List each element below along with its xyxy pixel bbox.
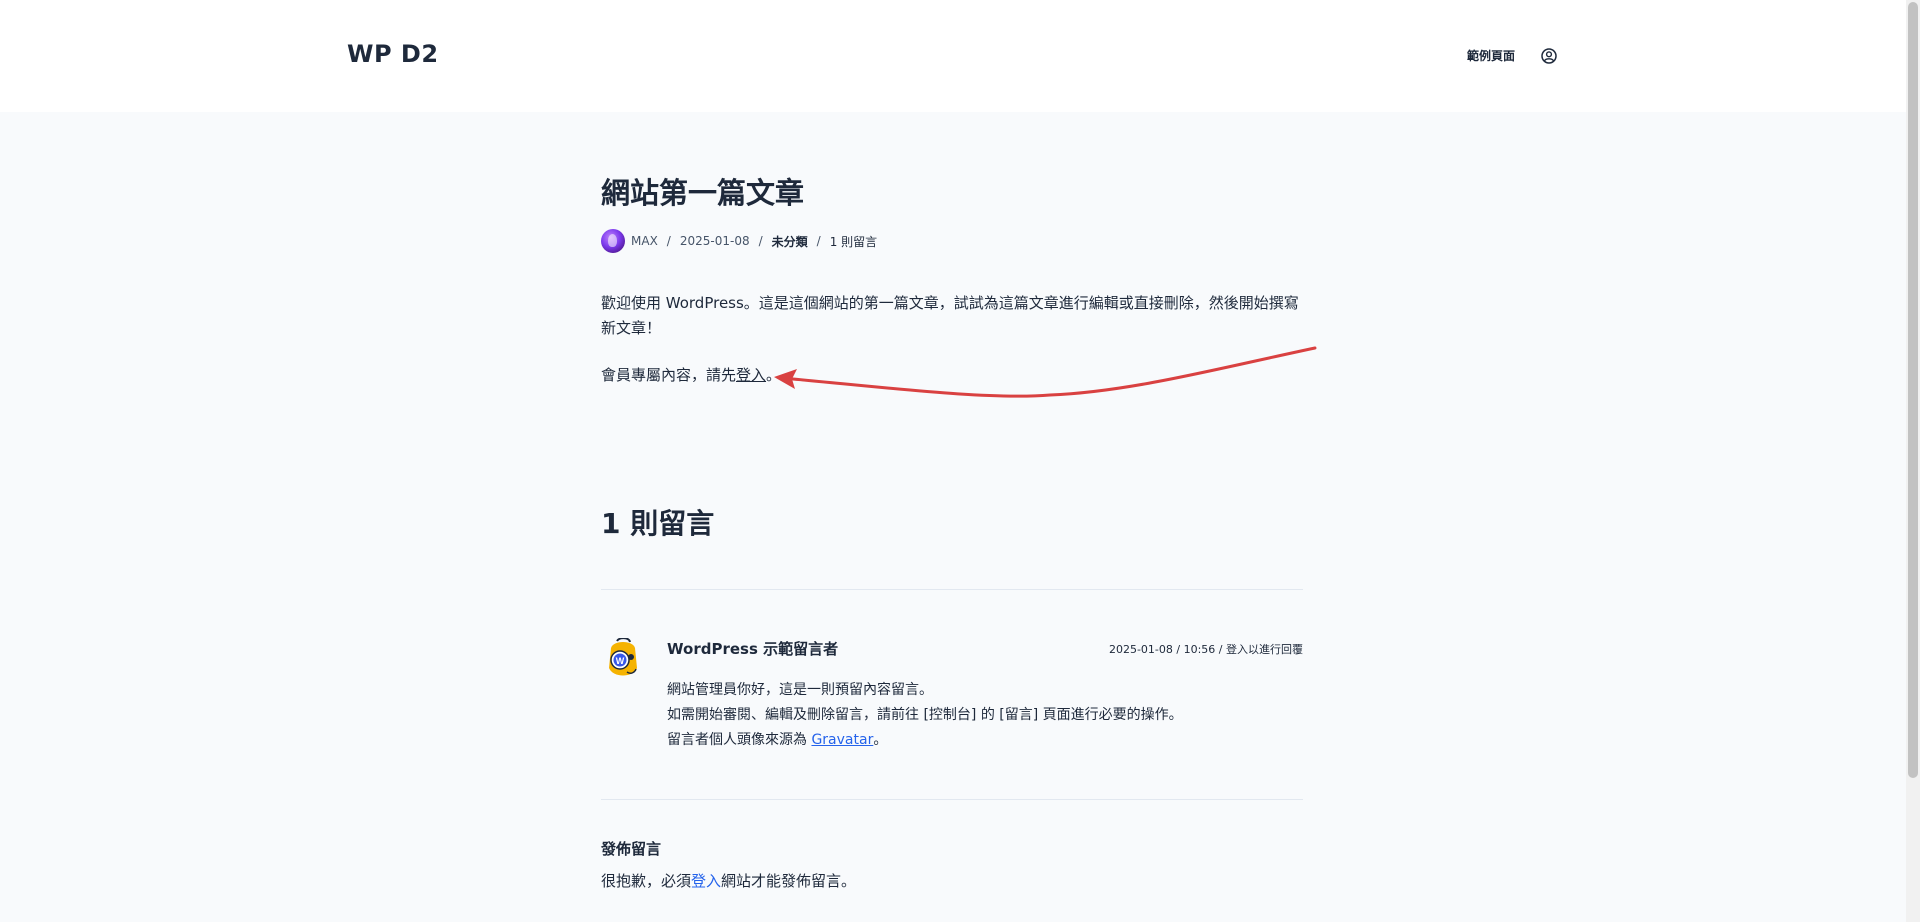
page: WP D2 範例頁面 網站第一篇文章 MAX / 2025-01-08 / 未分… (0, 0, 1920, 922)
post-title: 網站第一篇文章 (601, 176, 805, 210)
gravatar-link[interactable]: Gravatar (811, 732, 873, 748)
comment-date-link[interactable]: 2025-01-08 / 10:56 (1109, 643, 1215, 656)
site-header: WP D2 範例頁面 (0, 0, 1906, 112)
comment-meta: 2025-01-08 / 10:56 / 登入以進行回覆 (1109, 641, 1303, 657)
post-meta: MAX / 2025-01-08 / 未分類 / 1 則留言 (601, 229, 877, 253)
divider (601, 589, 1303, 590)
comment-meta-separator: / (1215, 643, 1226, 656)
reply-login-notice: 很抱歉，必須登入網站才能發佈留言。 (601, 870, 856, 891)
meta-separator: / (666, 234, 671, 248)
reply-notice-text: 很抱歉，必須 (601, 872, 692, 890)
nav-item-sample-page[interactable]: 範例頁面 (1467, 47, 1515, 64)
comment-line: 留言者個人頭像來源為 Gravatar。 (667, 728, 1183, 753)
post-paragraph: 歡迎使用 WordPress。這是這個網站的第一篇文章，試試為這篇文章進行編輯或… (601, 294, 1299, 337)
annotation-arrow (774, 346, 1317, 398)
comment-author: WordPress 示範留言者 (667, 640, 839, 658)
reply-title: 發佈留言 (601, 840, 662, 858)
post-comments-link[interactable]: 1 則留言 (830, 233, 877, 250)
site-title[interactable]: WP D2 (347, 40, 439, 68)
comment-line: 網站管理員你好，這是一則預留內容留言。 (667, 682, 933, 698)
author-avatar (601, 229, 625, 253)
members-notice-text: 會員專屬內容，請先 (601, 366, 737, 384)
user-circle-icon[interactable] (1541, 48, 1557, 64)
comment-line: 如需開始審閱、編輯及刪除留言，請前往 [控制台] 的 [留言] 頁面進行必要的操… (667, 707, 1183, 723)
reply-login-link[interactable]: 登入 (691, 872, 721, 890)
comments-title: 1 則留言 (601, 507, 715, 540)
scrollbar-thumb[interactable] (1908, 2, 1918, 778)
comment-line-suffix: 。 (873, 732, 888, 748)
commenter-avatar: W (609, 638, 637, 676)
login-to-reply-link[interactable]: 登入以進行回覆 (1226, 643, 1303, 656)
divider (601, 799, 1303, 800)
meta-separator: / (816, 234, 821, 248)
members-only-notice: 會員專屬內容，請先登入。 (601, 363, 781, 388)
post-date-link[interactable]: 2025-01-08 (680, 234, 750, 248)
members-login-link[interactable]: 登入 (736, 366, 766, 384)
post-author-link[interactable]: MAX (631, 234, 658, 248)
svg-text:W: W (616, 656, 625, 666)
comment-body: 網站管理員你好，這是一則預留內容留言。 如需開始審閱、編輯及刪除留言，請前往 [… (667, 678, 1183, 753)
reply-notice-suffix: 網站才能發佈留言。 (721, 872, 857, 890)
comment-line-text: 留言者個人頭像來源為 (667, 732, 812, 748)
meta-separator: / (758, 234, 763, 248)
post-category-link[interactable]: 未分類 (772, 233, 808, 250)
members-notice-suffix: 。 (766, 366, 782, 384)
